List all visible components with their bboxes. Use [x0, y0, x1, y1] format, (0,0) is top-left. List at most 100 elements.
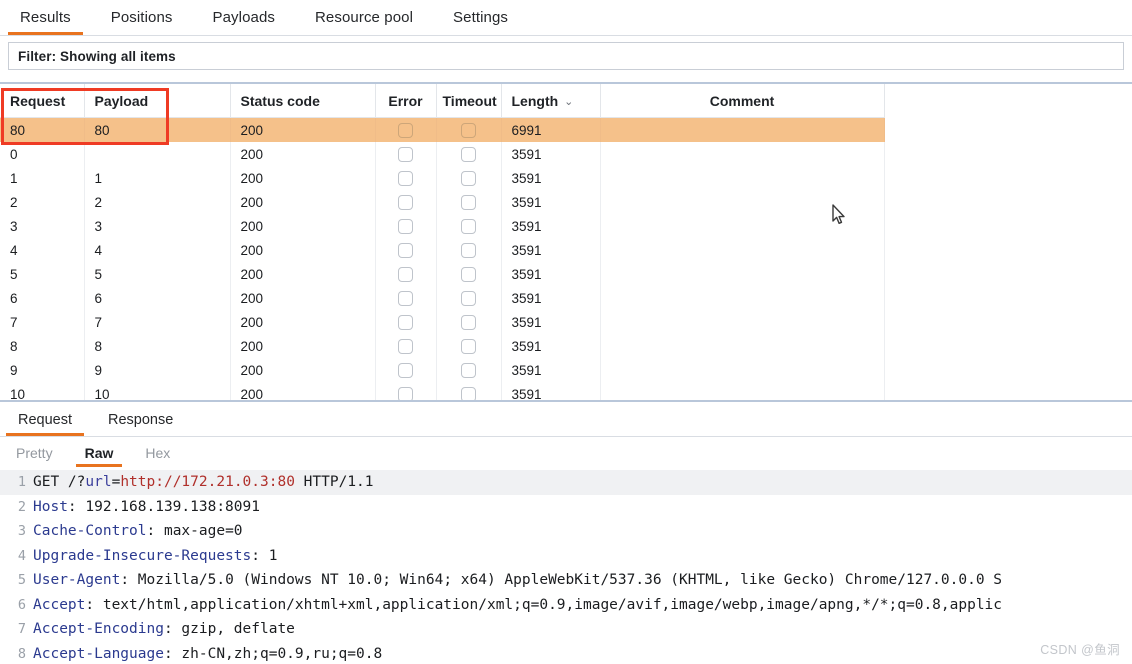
column-header-label: Status code — [240, 92, 320, 109]
cell-timeout — [436, 262, 502, 286]
request-token: : 192.168.139.138:8091 — [67, 498, 260, 515]
column-header-comment[interactable]: Comment — [600, 84, 885, 118]
request-line: 6 Accept: text/html,application/xhtml+xml… — [0, 593, 1132, 618]
cell-status-code: 200 — [230, 310, 376, 334]
cell-timeout — [436, 166, 502, 190]
request-token: Accept-Language — [33, 645, 164, 662]
view-tab-hex[interactable]: Hex — [129, 438, 186, 468]
message-tab-label: Request — [18, 412, 73, 428]
checkbox-unchecked-icon[interactable] — [398, 314, 413, 330]
cell-payload: 9 — [84, 358, 231, 382]
checkbox-unchecked-icon[interactable] — [461, 146, 476, 162]
cell-request: 6 — [0, 286, 85, 310]
checkbox-unchecked-icon[interactable] — [398, 386, 413, 400]
cell-timeout — [436, 117, 502, 142]
checkbox-unchecked-icon[interactable] — [398, 362, 413, 378]
tab-results[interactable]: Results — [0, 0, 91, 35]
checkbox-unchecked-icon[interactable] — [461, 338, 476, 354]
checkbox-unchecked-icon[interactable] — [398, 146, 413, 162]
cell-request: 9 — [0, 358, 85, 382]
checkbox-unchecked-icon[interactable] — [461, 194, 476, 210]
cell-timeout — [436, 214, 502, 238]
table-row[interactable]: 8 8 200 3591 — [0, 334, 885, 358]
checkbox-unchecked-icon[interactable] — [461, 314, 476, 330]
checkbox-unchecked-icon[interactable] — [461, 122, 476, 138]
checkbox-unchecked-icon[interactable] — [398, 122, 413, 138]
column-header-error[interactable]: Error — [375, 84, 437, 118]
checkbox-unchecked-icon[interactable] — [461, 242, 476, 258]
cell-timeout — [436, 334, 502, 358]
cell-request: 10 — [0, 382, 85, 400]
column-header-timeout[interactable]: Timeout — [436, 84, 502, 118]
cell-length: 3591 — [501, 262, 601, 286]
table-row[interactable]: 10 10 200 3591 — [0, 382, 885, 400]
results-header-row: Request Payload Status code Error Timeout Len… — [0, 84, 885, 118]
request-token: Upgrade-Insecure-Requests — [33, 547, 252, 564]
request-line: 7 Accept-Encoding: gzip, deflate — [0, 617, 1132, 642]
table-row[interactable]: 80 80 200 6991 — [0, 117, 885, 142]
cell-timeout — [436, 358, 502, 382]
cell-status-code: 200 — [230, 214, 376, 238]
checkbox-unchecked-icon[interactable] — [398, 170, 413, 186]
chevron-down-icon[interactable]: ⌄ — [564, 95, 573, 108]
table-row[interactable]: 3 3 200 3591 — [0, 214, 885, 238]
checkbox-unchecked-icon[interactable] — [398, 242, 413, 258]
checkbox-unchecked-icon[interactable] — [398, 338, 413, 354]
cell-status-code: 200 — [230, 142, 376, 166]
tab-resource-pool[interactable]: Resource pool — [295, 0, 433, 35]
cell-status-code: 200 — [230, 358, 376, 382]
cell-payload: 8 — [84, 334, 231, 358]
column-header-payload[interactable]: Payload — [84, 84, 231, 118]
tab-payloads[interactable]: Payloads — [192, 0, 295, 35]
cell-status-code: 200 — [230, 238, 376, 262]
cell-timeout — [436, 142, 502, 166]
table-row[interactable]: 0 200 3591 — [0, 142, 885, 166]
column-header-length[interactable]: Length ⌄ — [501, 84, 601, 118]
tab-settings[interactable]: Settings — [433, 0, 528, 35]
line-number: 4 — [17, 547, 26, 564]
cell-comment — [600, 334, 885, 358]
checkbox-unchecked-icon[interactable] — [461, 266, 476, 282]
checkbox-unchecked-icon[interactable] — [461, 362, 476, 378]
request-token: url — [85, 474, 112, 490]
table-row[interactable]: 1 1 200 3591 — [0, 166, 885, 190]
checkbox-unchecked-icon[interactable] — [461, 290, 476, 306]
view-mode-tab-bar: Pretty Raw Hex — [0, 438, 1132, 468]
checkbox-unchecked-icon[interactable] — [461, 170, 476, 186]
table-row[interactable]: 5 5 200 3591 — [0, 262, 885, 286]
checkbox-unchecked-icon[interactable] — [461, 218, 476, 234]
table-row[interactable]: 6 6 200 3591 — [0, 286, 885, 310]
checkbox-unchecked-icon[interactable] — [398, 266, 413, 282]
request-raw-editor[interactable]: 1 GET /?url=http://172.21.0.3:80 HTTP/1.1… — [0, 470, 1132, 664]
view-tab-raw[interactable]: Raw — [69, 438, 130, 468]
results-table-head: Request Payload Status code Error Timeout Len… — [0, 84, 885, 118]
checkbox-unchecked-icon[interactable] — [461, 386, 476, 400]
cell-comment — [600, 310, 885, 334]
table-row[interactable]: 2 2 200 3591 — [0, 190, 885, 214]
results-table-panel[interactable]: Request Payload Status code Error Timeout Len… — [0, 82, 1132, 402]
column-header-status-code[interactable]: Status code — [230, 84, 376, 118]
checkbox-unchecked-icon[interactable] — [398, 290, 413, 306]
table-row[interactable]: 9 9 200 3591 — [0, 358, 885, 382]
filter-bar[interactable]: Filter: Showing all items — [8, 42, 1124, 70]
cell-comment — [600, 262, 885, 286]
results-table-body: 80 80 200 6991 0 200 3591 1 1 200 3591 2 2 200 3591 3 3 2… — [0, 117, 885, 400]
message-tab-request[interactable]: Request — [0, 404, 90, 436]
cell-payload: 80 — [84, 117, 231, 142]
tab-label: Settings — [453, 9, 509, 26]
checkbox-unchecked-icon[interactable] — [398, 218, 413, 234]
message-tab-response[interactable]: Response — [90, 404, 191, 436]
checkbox-unchecked-icon[interactable] — [398, 194, 413, 210]
cell-error — [375, 238, 437, 262]
cell-status-code: 200 — [230, 117, 376, 142]
table-row[interactable]: 4 4 200 3591 — [0, 238, 885, 262]
tab-positions[interactable]: Positions — [91, 0, 193, 35]
column-header-request[interactable]: Request — [0, 84, 85, 118]
cell-payload — [84, 142, 231, 166]
table-row[interactable]: 7 7 200 3591 — [0, 310, 885, 334]
cell-error — [375, 334, 437, 358]
cell-payload: 2 — [84, 190, 231, 214]
request-line: 8 Accept-Language: zh-CN,zh;q=0.9,ru;q=0.… — [0, 642, 1132, 664]
cell-payload: 7 — [84, 310, 231, 334]
request-token: Accept — [33, 596, 86, 613]
